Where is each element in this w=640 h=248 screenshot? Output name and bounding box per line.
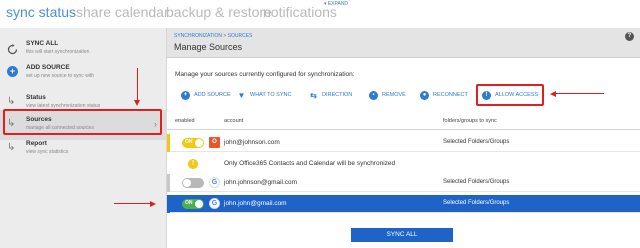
column-header-enabled: enabled [175, 118, 195, 124]
breadcrumb[interactable]: SYNCHRONIZATION > SOURCES [174, 33, 252, 39]
google-icon: G [209, 177, 220, 188]
row-status-stripe [167, 174, 170, 192]
toggle-knob [183, 179, 191, 187]
remove-button[interactable]: ▪ REMOVE [369, 87, 406, 103]
toggle-label: ON [185, 200, 193, 206]
arrow-icon: ↳ [7, 96, 16, 107]
help-icon[interactable]: ? [625, 32, 634, 41]
button-label: DIRECTION [322, 92, 353, 98]
sidebar-item-title: ADD SOURCE [26, 64, 70, 71]
row-status-stripe [167, 134, 170, 152]
table-row-selected[interactable]: ON G john.john@gmail.com Selected Folder… [167, 195, 640, 213]
enabled-toggle[interactable]: ON [182, 138, 204, 148]
page-title: Manage Sources [174, 42, 243, 52]
toggle-knob [195, 139, 203, 147]
panel-header: SYNCHRONIZATION > SOURCES Manage Sources… [167, 28, 640, 58]
what-to-sync-button[interactable]: ▼ WHAT TO SYNC [237, 87, 292, 103]
sidebar-item-subtitle: this will start synchronization [26, 49, 90, 55]
toolbar: + ADD SOURCE ▼ WHAT TO SYNC ⇆ DIRECTION … [175, 84, 635, 106]
sync-all-button[interactable]: SYNC ALL [351, 228, 453, 242]
expand-label: EXPAND [327, 1, 349, 7]
plus-icon: + [7, 66, 18, 77]
office365-icon: O [209, 137, 220, 148]
column-header-folders: folders/groups to sync [443, 118, 497, 124]
sidebar-item-title: Status [26, 94, 46, 101]
button-label: RECONNECT [433, 92, 468, 98]
row-status-stripe [167, 195, 170, 213]
sync-icon [7, 42, 18, 55]
button-label: WHAT TO SYNC [250, 92, 292, 98]
reconnect-icon: ● [420, 90, 429, 100]
table-header: enabled account folders/groups to sync [167, 116, 640, 130]
plus-icon: + [181, 90, 190, 100]
google-icon: G [209, 198, 220, 209]
folders-value[interactable]: Selected Folders/Groups [443, 179, 509, 185]
sidebar: SYNC ALL this will start synchronization… [0, 28, 167, 248]
annotation-arrow-right [114, 200, 156, 207]
table-row[interactable]: G john.johnson@gmail.com Selected Folder… [167, 174, 640, 192]
folders-value[interactable]: Selected Folders/Groups [443, 200, 509, 206]
sidebar-item-add-source[interactable]: + ADD SOURCE set up new source to sync w… [0, 58, 167, 88]
allow-access-button[interactable]: ! ALLOW ACCESS [476, 84, 545, 106]
account-name: john.johnson@gmail.com [224, 179, 298, 186]
toggle-label: ON [185, 139, 193, 145]
warning-icon: ! [188, 159, 198, 169]
reconnect-button[interactable]: ● RECONNECT [420, 87, 468, 103]
add-source-button[interactable]: + ADD SOURCE [181, 87, 231, 103]
warning-text: Only Office365 Contacts and Calendar wil… [224, 160, 396, 167]
expand-button[interactable]: ▾ EXPAND [320, 0, 352, 9]
button-label: REMOVE [382, 92, 406, 98]
description-text: Manage your sources currently configured… [175, 71, 355, 78]
annotation-arrow-left [550, 90, 604, 97]
top-navigation: sync status share calendar backup & rest… [0, 0, 640, 28]
warning-row: ! Only Office365 Contacts and Calendar w… [167, 156, 640, 172]
annotation-arrow-down [134, 68, 140, 106]
filter-icon: ▼ [237, 90, 246, 100]
toggle-knob [195, 200, 203, 208]
alert-icon: ! [482, 90, 491, 100]
table-row[interactable]: ON O john@johnson.com Selected Folders/G… [167, 134, 640, 152]
account-name: john@johnson.com [224, 139, 280, 146]
button-label: ADD SOURCE [194, 92, 231, 98]
button-label: ALLOW ACCESS [495, 92, 539, 98]
tab-backup-restore[interactable]: backup & restore [166, 4, 272, 20]
folders-value[interactable]: Selected Folders/Groups [443, 139, 509, 145]
sidebar-item-subtitle: set up new source to sync with [26, 73, 95, 79]
enabled-toggle[interactable]: ON [182, 199, 204, 209]
sidebar-item-subtitle: view sync statistics [26, 149, 69, 155]
trash-icon: ▪ [369, 90, 378, 100]
direction-icon: ⇆ [310, 90, 317, 100]
arrow-icon: ↳ [7, 142, 16, 153]
sidebar-item-title: SYNC ALL [26, 40, 59, 47]
sidebar-item-title: Report [26, 140, 47, 147]
enabled-toggle[interactable] [182, 178, 204, 188]
main-panel: SYNCHRONIZATION > SOURCES Manage Sources… [167, 28, 640, 248]
account-name: john.john@gmail.com [224, 200, 287, 207]
tab-sync-status[interactable]: sync status [6, 4, 76, 20]
direction-button[interactable]: ⇆ DIRECTION [309, 87, 352, 103]
column-header-account: account [224, 118, 244, 124]
annotation-highlight-box [3, 109, 162, 135]
tab-share-calendar[interactable]: share calendar [76, 4, 169, 20]
sidebar-item-report[interactable]: ↳ Report view sync statistics [0, 134, 167, 164]
